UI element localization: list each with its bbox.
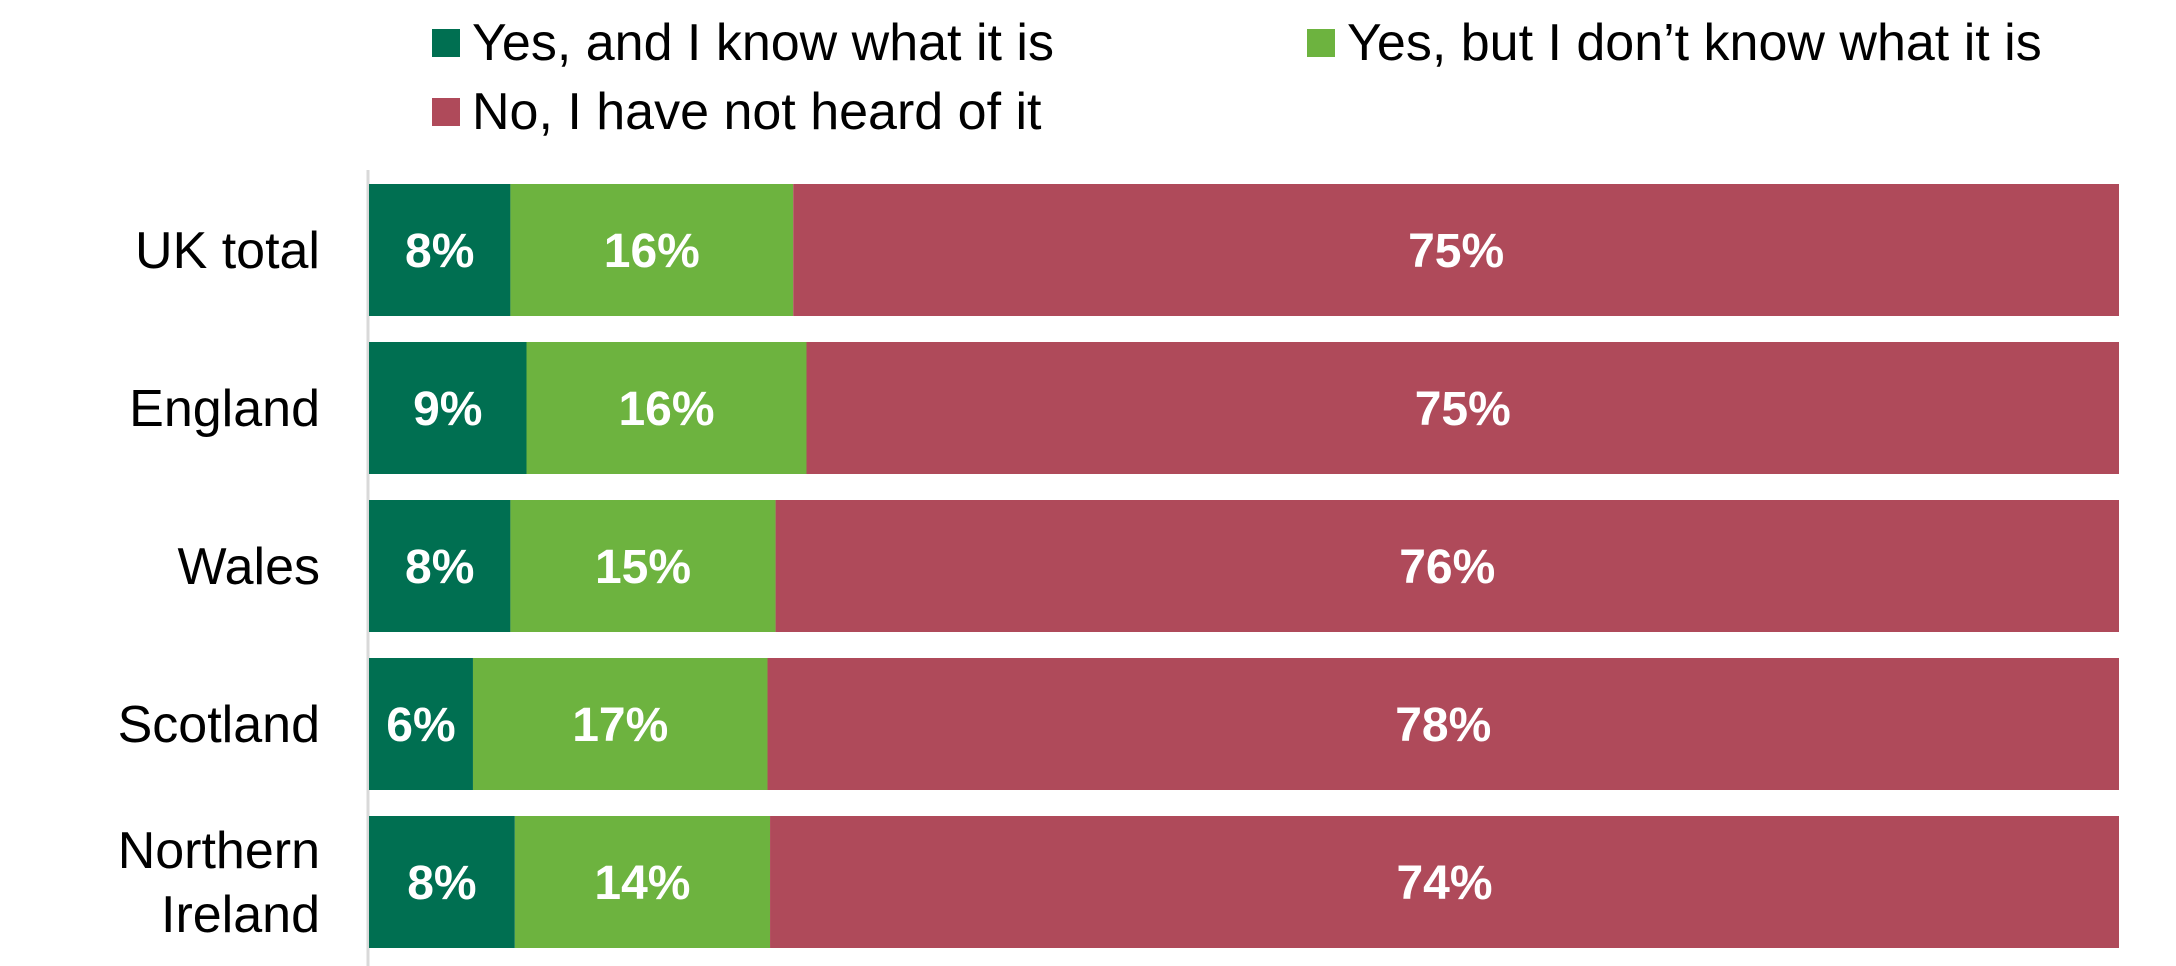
data-label: 75% [1415, 383, 1511, 436]
data-label: 6% [386, 699, 455, 752]
category-label: Scotland [118, 696, 320, 754]
data-label: 16% [604, 225, 700, 278]
data-label: 8% [405, 541, 474, 594]
category-label: England [129, 380, 320, 438]
data-label: 75% [1408, 225, 1504, 278]
data-label: 8% [405, 225, 474, 278]
data-label: 15% [595, 541, 691, 594]
category-label: Wales [177, 538, 320, 596]
data-label: 14% [594, 857, 690, 910]
category-label: Northern Ireland [118, 822, 320, 944]
data-label: 76% [1399, 541, 1495, 594]
stacked-bar-chart: 8% 16% 75% 9% 16% 75% 8% 15% 76% 6% 17% 78% 8% 14% 74%… [118, 170, 2119, 966]
data-label: 17% [572, 699, 668, 752]
category-label: UK total [135, 222, 320, 280]
data-label: 78% [1395, 699, 1491, 752]
data-label: 9% [413, 383, 482, 436]
data-label: 16% [618, 383, 714, 436]
data-label: 74% [1396, 857, 1492, 910]
data-label: 8% [407, 857, 476, 910]
